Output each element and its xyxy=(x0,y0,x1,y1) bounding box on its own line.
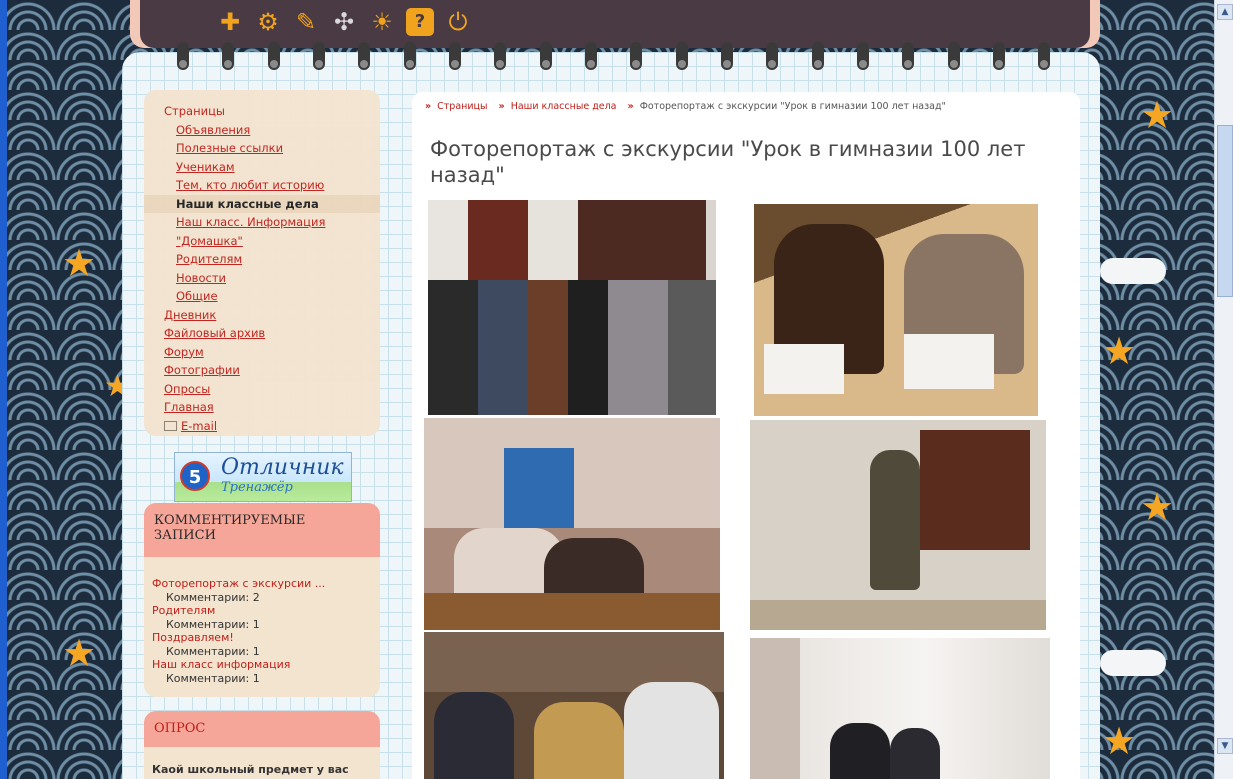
plus-icon[interactable]: ✚ xyxy=(216,8,244,36)
admin-toolbar: ✚ ⚙ ✎ ✣ ☀ ? ⏻ xyxy=(140,0,1090,48)
photo-boys-writing[interactable] xyxy=(424,632,724,779)
breadcrumb-link[interactable]: Наши классные дела xyxy=(511,101,617,112)
menu-item-general[interactable]: Общие xyxy=(144,287,380,306)
cloud-decoration xyxy=(1100,650,1166,676)
page-title: Фоторепортаж с экскурсии "Урок в гимнази… xyxy=(430,137,1026,187)
site-menu: Страницы Объявления Полезные ссылки Учен… xyxy=(144,90,380,436)
poll-question: Каой школьный предмет у вас xyxy=(152,763,349,776)
help-icon[interactable]: ? xyxy=(406,8,434,36)
puzzle-icon[interactable]: ✣ xyxy=(330,8,358,36)
star-decoration-icon: ★ xyxy=(1102,329,1137,373)
star-decoration-icon: ★ xyxy=(62,631,97,675)
comment-entry-title[interactable]: Наш класс информация xyxy=(152,658,372,672)
scroll-down-arrow-icon[interactable]: ▼ xyxy=(1217,738,1233,754)
breadcrumb: » Страницы » Наши классные дела » Фоторепор… xyxy=(425,101,946,112)
comment-entry-title[interactable]: Фоторепортаж с экскурсии ... xyxy=(152,577,372,591)
comments-widget-title: КОММЕНТИРУЕМЫЕ ЗАПИСИ xyxy=(144,503,380,557)
page-scrollbar[interactable]: ▲ ▼ xyxy=(1214,0,1233,779)
star-decoration-icon: ★ xyxy=(1140,93,1175,137)
brush-icon[interactable]: ✎ xyxy=(292,8,320,36)
envelope-icon xyxy=(164,421,177,431)
poll-widget-title: ОПРОС xyxy=(144,711,380,747)
trainer-banner[interactable]: 5 Отличник Тренажёр xyxy=(174,452,352,502)
photo-girls-at-window[interactable] xyxy=(750,638,1050,779)
menu-item-news[interactable]: Новости xyxy=(144,269,380,288)
comment-entry-title[interactable]: Поздравляем! xyxy=(152,631,372,645)
menu-item-useful-links[interactable]: Полезные ссылки xyxy=(144,139,380,158)
lightbulb-icon[interactable]: ☀ xyxy=(368,8,396,36)
breadcrumb-link[interactable]: Страницы xyxy=(437,101,487,112)
poll-widget: Каой школьный предмет у вас xyxy=(144,747,380,779)
photo-girls-writing[interactable] xyxy=(754,204,1038,416)
menu-item-pages[interactable]: Страницы xyxy=(144,102,380,121)
gear-icon[interactable]: ⚙ xyxy=(254,8,282,36)
menu-item-forum[interactable]: Форум xyxy=(144,343,380,362)
menu-item-parents[interactable]: Родителям xyxy=(144,250,380,269)
comment-count: Комментарии: 1 xyxy=(166,617,260,631)
comment-count: Комментарии: 1 xyxy=(166,644,260,658)
comment-count: Комментарии: 2 xyxy=(166,590,260,604)
cloud-decoration xyxy=(1100,258,1166,284)
menu-item-email[interactable]: E-mail xyxy=(144,417,380,436)
menu-item-homework[interactable]: "Домашка" xyxy=(144,232,380,251)
power-icon[interactable]: ⏻ xyxy=(444,8,472,36)
menu-item-announcements[interactable]: Объявления xyxy=(144,121,380,140)
comments-widget: Фоторепортаж с экскурсии ... Комментарии… xyxy=(144,557,380,697)
scroll-thumb[interactable] xyxy=(1217,125,1233,297)
menu-item-diary[interactable]: Дневник xyxy=(144,306,380,325)
window-edge xyxy=(0,0,7,779)
menu-item-students[interactable]: Ученикам xyxy=(144,158,380,177)
star-decoration-icon: ★ xyxy=(1140,485,1175,529)
email-label: E-mail xyxy=(181,418,218,433)
menu-item-polls[interactable]: Опросы xyxy=(144,380,380,399)
scroll-up-arrow-icon[interactable]: ▲ xyxy=(1217,4,1233,20)
photo-group-at-door[interactable] xyxy=(428,200,716,415)
badge-title: Отличник xyxy=(221,455,344,480)
menu-item-file-archive[interactable]: Файловый архив xyxy=(144,324,380,343)
menu-item-history[interactable]: Тем, кто любит историю xyxy=(144,176,380,195)
star-decoration-icon: ★ xyxy=(62,241,97,285)
menu-item-home[interactable]: Главная xyxy=(144,398,380,417)
menu-item-class-info[interactable]: Наш класс. Информация xyxy=(144,213,380,232)
star-decoration-icon: ★ xyxy=(1102,719,1137,763)
badge-subtitle: Тренажёр xyxy=(221,480,293,495)
badge-number: 5 xyxy=(180,461,210,491)
photo-classroom-teacher[interactable] xyxy=(424,418,720,630)
breadcrumb-current: Фоторепортаж с экскурсии "Урок в гимнази… xyxy=(639,101,946,112)
menu-item-class-activities[interactable]: Наши классные дела xyxy=(144,194,380,213)
comment-entry-title[interactable]: Родителям xyxy=(152,604,372,618)
photo-boy-kneeling[interactable] xyxy=(750,420,1046,630)
menu-item-photos[interactable]: Фотографии xyxy=(144,361,380,380)
comment-count: Комментарии: 1 xyxy=(166,671,260,685)
